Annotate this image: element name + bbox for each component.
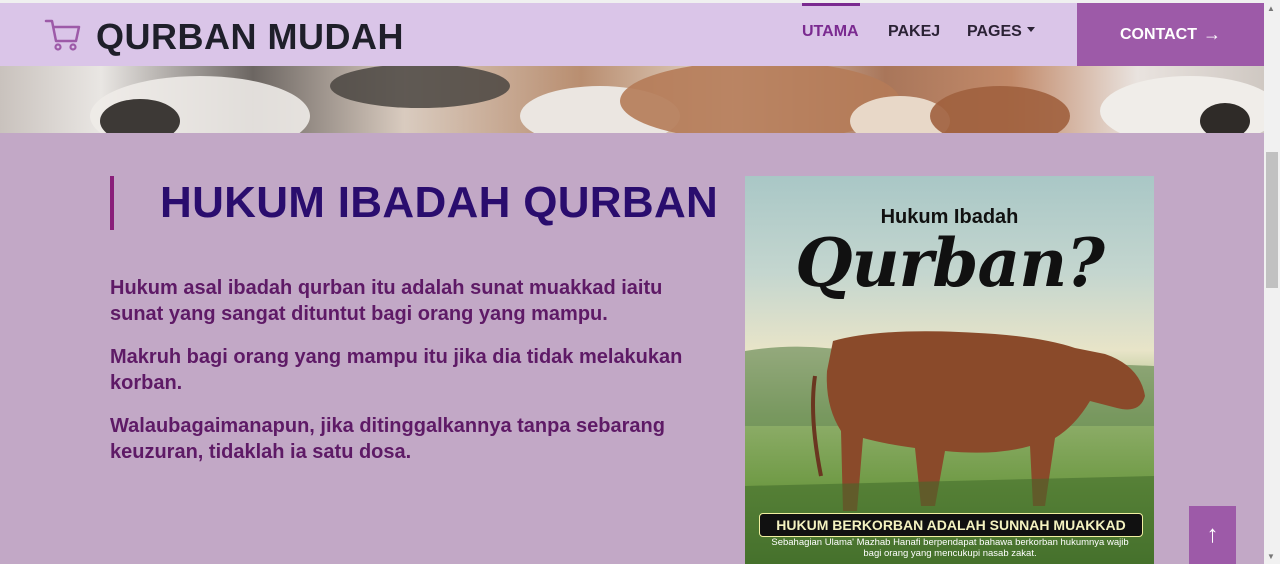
nav-link-pages[interactable]: PAGES (967, 23, 1035, 41)
paragraph-3: Walaubagaimanapun, jika ditinggalkannya … (110, 415, 665, 463)
nav-active-indicator (802, 3, 860, 6)
scrollbar-thumb[interactable] (1266, 152, 1278, 288)
arrow-right-icon: → (1203, 24, 1222, 44)
shopping-cart-icon (44, 15, 82, 58)
section-heading: HUKUM IBADAH QURBAN (160, 178, 719, 227)
paragraph-2: Makruh bagi orang yang mampu itu jika di… (110, 346, 683, 394)
paragraph-1: Hukum asal ibadah qurban itu adalah suna… (110, 277, 663, 325)
poster-banner: HUKUM BERKORBAN ADALAH SUNNAH MUAKKAD (759, 513, 1143, 537)
qurban-poster-image: Hukum Ibadah Qurban? HUKUM BERKORBAN ADA… (745, 176, 1154, 564)
section-heading-block: HUKUM IBADAH QURBAN (110, 176, 718, 230)
brand[interactable]: QURBAN MUDAH (44, 15, 404, 58)
hero-image-strip (0, 66, 1264, 133)
contact-button[interactable]: CONTACT → (1077, 3, 1264, 66)
poster-title-line2: Qurban? (795, 224, 1105, 302)
caret-down-icon (1026, 27, 1035, 33)
scroll-to-top-button[interactable]: ↑ (1189, 506, 1236, 564)
contact-button-label: CONTACT (1119, 25, 1198, 43)
scroll-down-arrow-icon[interactable]: ▼ (1267, 552, 1275, 561)
scroll-up-arrow-icon[interactable]: ▲ (1267, 4, 1275, 13)
nav-link-pakej[interactable]: PAKEJ (888, 23, 940, 41)
navbar: QURBAN MUDAH UTAMA PAKEJ PAGES CONTACT → (0, 3, 1264, 66)
arrow-up-icon: ↑ (1206, 521, 1219, 548)
nav-link-pages-label: PAGES (967, 23, 1022, 40)
poster-caption: Sebahagian Ulama' Mazhab Hanafi berpenda… (771, 537, 1129, 559)
nav-link-utama[interactable]: UTAMA (802, 23, 859, 41)
brand-name: QURBAN MUDAH (96, 15, 404, 57)
